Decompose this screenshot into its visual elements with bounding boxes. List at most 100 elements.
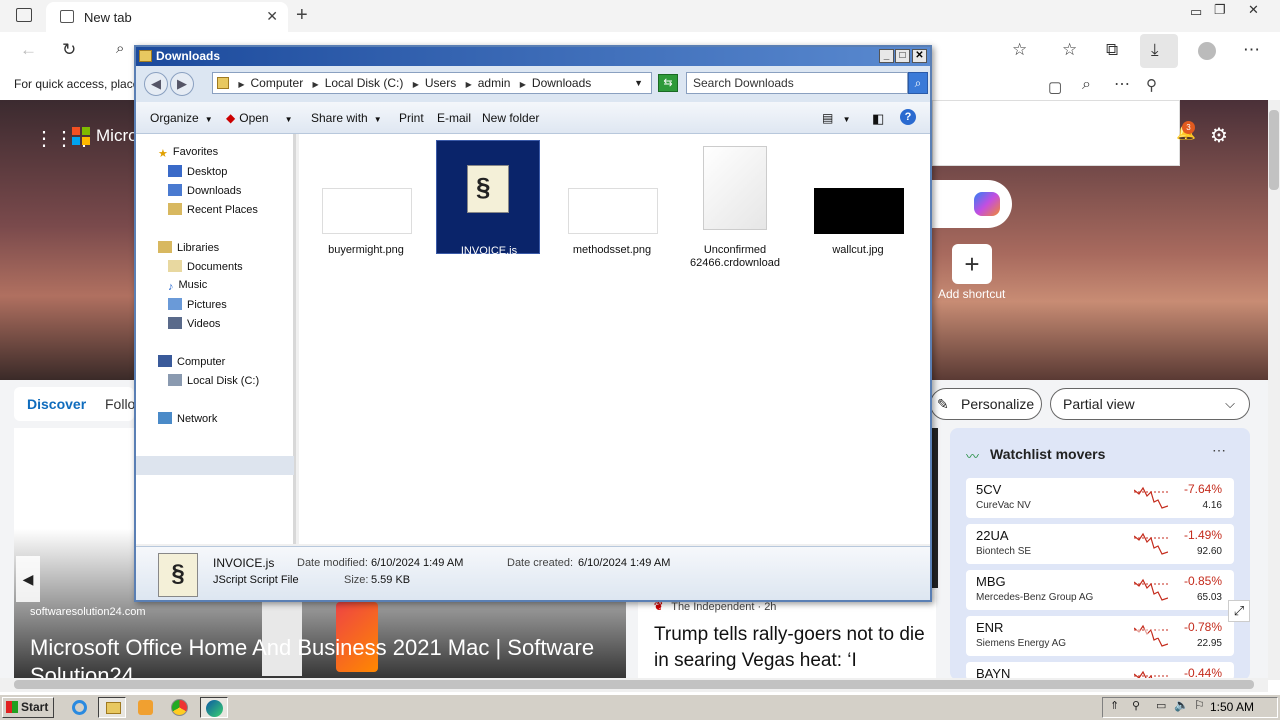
folder-icon[interactable]: ▢ [1048,78,1062,96]
downloads-search-icon[interactable]: ⌕ [1082,76,1091,94]
file-item[interactable]: buyermight.png [314,140,418,256]
explorer-title-bar[interactable]: Downloads _ □ ✕ [136,47,930,66]
tray-network-icon[interactable]: ⚲ [1132,699,1140,712]
more-menu-icon[interactable]: ⋯ [1243,40,1260,60]
refresh-icon[interactable]: ↻ [62,40,76,60]
nav-documents[interactable]: Documents [168,260,243,273]
open-button[interactable]: ◆ Open ▼ [226,111,293,125]
tab-following[interactable]: Following [105,396,135,412]
nav-pictures[interactable]: Pictures [168,298,227,311]
search-icon[interactable]: ⌕ [908,72,928,94]
crumb-computer[interactable]: Computer [251,76,304,90]
preview-pane-icon[interactable]: ◧ [872,111,884,127]
collections-icon[interactable]: ⧉ [1106,40,1118,60]
back-button[interactable]: ◀ [144,72,168,96]
close-window-button[interactable]: ✕ [1248,2,1259,18]
nav-favorites[interactable]: ★ Favorites [158,146,218,160]
downloads-button[interactable] [1140,34,1178,68]
view-options-icon[interactable]: ▤ ▼ [822,111,851,125]
address-dropdown-icon[interactable]: ▼ [634,73,643,93]
forward-button[interactable]: ▶ [170,72,194,96]
stock-row[interactable]: MBG Mercedes-Benz Group AG -0.85% 65.03 [966,570,1234,610]
tab-new-tab[interactable]: New tab ✕ [46,2,288,32]
profile-avatar[interactable] [1198,42,1216,60]
explorer-maximize-button[interactable]: □ [895,49,910,63]
windows-logo-icon [6,701,18,713]
refresh-button[interactable]: ⇆ [658,74,678,92]
copilot-button[interactable] [932,180,1012,228]
downloads-more-icon[interactable]: ⋯ [1114,74,1130,94]
taskbar-clock[interactable]: 1:50 AM [1210,700,1254,714]
nav-music[interactable]: ♪ Music [168,279,207,293]
search-input[interactable]: Search Downloads [686,72,908,94]
stock-price: 22.95 [1196,638,1222,649]
date-created-value: 6/10/2024 1:49 AM [578,557,671,569]
watchlist-more-icon[interactable]: ⋯ [1212,442,1226,459]
file-item[interactable]: methodsset.png [560,140,664,256]
tray-volume-icon[interactable]: 🔈 [1174,698,1189,712]
crumb-downloads[interactable]: Downloads [532,76,591,90]
watermark-logo: ANY.RUN [1040,614,1163,644]
file-item-selected[interactable]: § INVOICE.js [436,140,540,257]
nav-recent-places[interactable]: Recent Places [168,203,258,216]
help-icon[interactable]: ? [900,109,916,125]
taskbar-chrome-icon[interactable] [166,697,194,718]
add-favorite-icon[interactable]: ☆ [1012,40,1027,60]
nav-label: Local Disk (C:) [187,375,260,387]
search-icon[interactable]: ⌕ [116,40,124,57]
add-shortcut-button[interactable]: + [952,244,992,284]
taskbar-media-player-icon[interactable] [132,697,160,718]
crumb-admin[interactable]: admin [478,76,511,90]
crumb-users[interactable]: Users [425,76,456,90]
close-tab-icon[interactable]: ✕ [266,8,278,25]
file-item[interactable]: wallcut.jpg [806,140,910,256]
file-name: Unconfirmed 62466.crdownload [690,244,780,269]
stock-row[interactable]: 22UA Biontech SE -1.49% 92.60 [966,524,1234,564]
nav-videos[interactable]: Videos [168,317,220,330]
restore-window-button[interactable]: ❐ [1214,2,1226,18]
taskbar-explorer-icon[interactable] [98,697,126,718]
share-with-button[interactable]: Share with ▼ [311,111,382,125]
horizontal-scroll-thumb[interactable] [14,680,1254,689]
new-folder-button[interactable]: New folder [482,111,539,125]
minimize-window-button[interactable]: ▭ [1190,4,1202,20]
tab-discover[interactable]: Discover [27,396,86,412]
card-title-trump[interactable]: Trump tells rally-goers not to die in se… [654,622,930,678]
stock-row[interactable]: 5CV CureVac NV -7.64% 4.16 [966,478,1234,518]
crumb-local-disk[interactable]: Local Disk (C:) [325,76,404,90]
nav-downloads[interactable]: Downloads [168,184,241,197]
command-bar: Organize ▼ ◆ Open ▼ Share with ▼ Print E-mai… [136,102,930,134]
vertical-scroll-thumb[interactable] [1269,110,1279,190]
tray-flag-icon[interactable]: ⚐ [1194,698,1205,712]
organize-button[interactable]: Organize ▼ [150,111,213,125]
email-button[interactable]: E-mail [437,111,471,125]
carousel-prev-button[interactable]: ◀ [16,556,40,602]
tray-expand-icon[interactable]: ⇑ [1110,699,1119,712]
favorites-icon[interactable]: ☆ [1062,40,1077,60]
taskbar-ie-icon[interactable] [66,697,94,718]
file-name: methodsset.png [572,244,652,256]
back-icon[interactable]: ← [20,40,37,60]
expand-icon[interactable]: ⤢ [1228,600,1250,622]
nav-desktop[interactable]: Desktop [168,165,227,178]
explorer-minimize-button[interactable]: _ [879,49,894,63]
view-mode-dropdown[interactable]: Partial view ⌵ [1050,388,1250,420]
settings-gear-icon[interactable]: ⚙ [1210,123,1228,148]
nav-libraries[interactable]: Libraries [158,241,219,254]
new-tab-button[interactable]: + [296,4,308,27]
card-title[interactable]: Microsoft Office Home And Business 2021 … [30,634,610,678]
start-button[interactable]: Start [2,697,54,718]
breadcrumb[interactable]: ▶ Computer ▶ Local Disk (C:) ▶ Users ▶ admin… [212,72,652,94]
print-button[interactable]: Print [399,111,424,125]
tray-display-icon[interactable]: ▭ [1156,699,1166,712]
pin-icon[interactable]: ⚲ [1146,76,1157,94]
explorer-close-button[interactable]: ✕ [912,49,927,63]
taskbar-edge-icon[interactable] [200,697,228,718]
favorites-bar-hint: For quick access, place [14,77,140,91]
file-item[interactable]: Unconfirmed 62466.crdownload [683,140,787,269]
nav-local-disk[interactable]: Local Disk (C:) [168,374,259,387]
tab-actions-icon[interactable] [16,8,32,22]
nav-computer[interactable]: Computer [158,355,225,368]
nav-network[interactable]: Network [158,412,217,425]
personalize-button[interactable]: ✎ Personalize [930,388,1042,420]
